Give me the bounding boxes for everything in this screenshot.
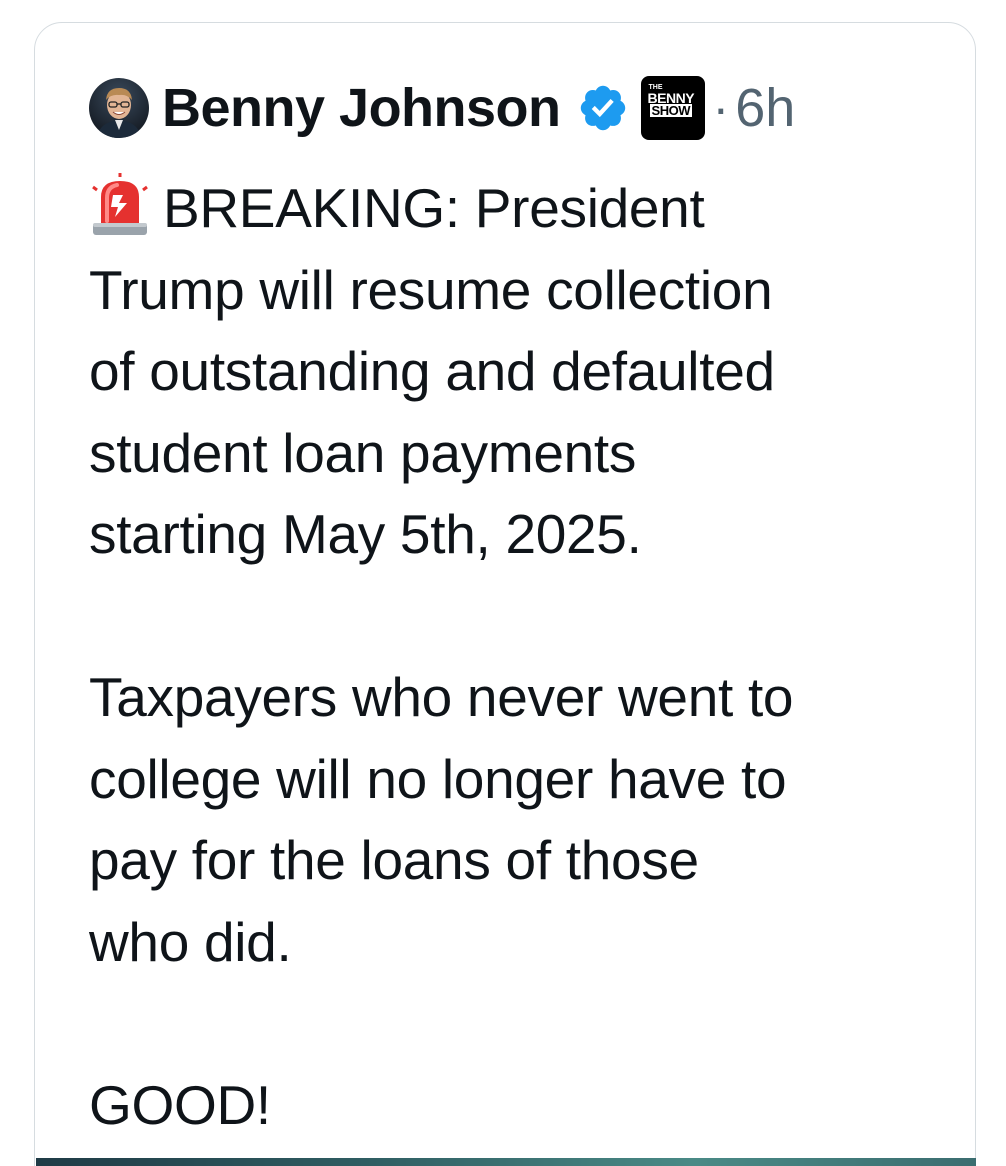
tweet-text-line-6: Taxpayers who never went to: [89, 666, 794, 728]
tweet-text-line-9: who did.: [89, 910, 292, 973]
avatar[interactable]: [89, 78, 149, 138]
author-name[interactable]: Benny Johnson: [162, 81, 561, 135]
affiliate-badge-icon[interactable]: THE BENNY SHOW: [640, 76, 705, 140]
verified-badge-icon[interactable]: [577, 82, 629, 134]
tweet-text-line-1: Trump will resume collection: [89, 258, 773, 321]
tweet-text-line: BREAKING: President: [89, 168, 969, 250]
tweet-text-blank-5: [89, 576, 969, 658]
tweet-text-line-3: student loan payments: [89, 421, 637, 484]
tweet-text: BREAKING: President Trump will resume co…: [89, 168, 969, 1146]
tweet-text-line-2: of outstanding and defaulted: [89, 340, 775, 402]
tweet-timestamp[interactable]: 6h: [735, 81, 795, 135]
tweet-text-line-8: pay for the loans of those: [89, 829, 699, 891]
tweet-media-preview[interactable]: [36, 1158, 976, 1166]
page: Benny Johnson THE BENNY SHOW · 6h BREAKI…: [0, 0, 1006, 1166]
tweet-text-line-11: GOOD!: [89, 1073, 271, 1136]
tweet-text-line-4: starting May 5th, 2025.: [89, 503, 642, 565]
tweet-text-blank-10: [89, 983, 969, 1065]
tweet-text-line-0: BREAKING: President: [163, 177, 705, 239]
header-separator: ·: [712, 80, 730, 136]
tweet-header: Benny Johnson THE BENNY SHOW · 6h: [89, 74, 795, 142]
siren-icon: [89, 173, 151, 237]
tweet-text-line-7: college will no longer have to: [89, 747, 787, 810]
affiliate-badge-line2: SHOW: [649, 103, 692, 118]
